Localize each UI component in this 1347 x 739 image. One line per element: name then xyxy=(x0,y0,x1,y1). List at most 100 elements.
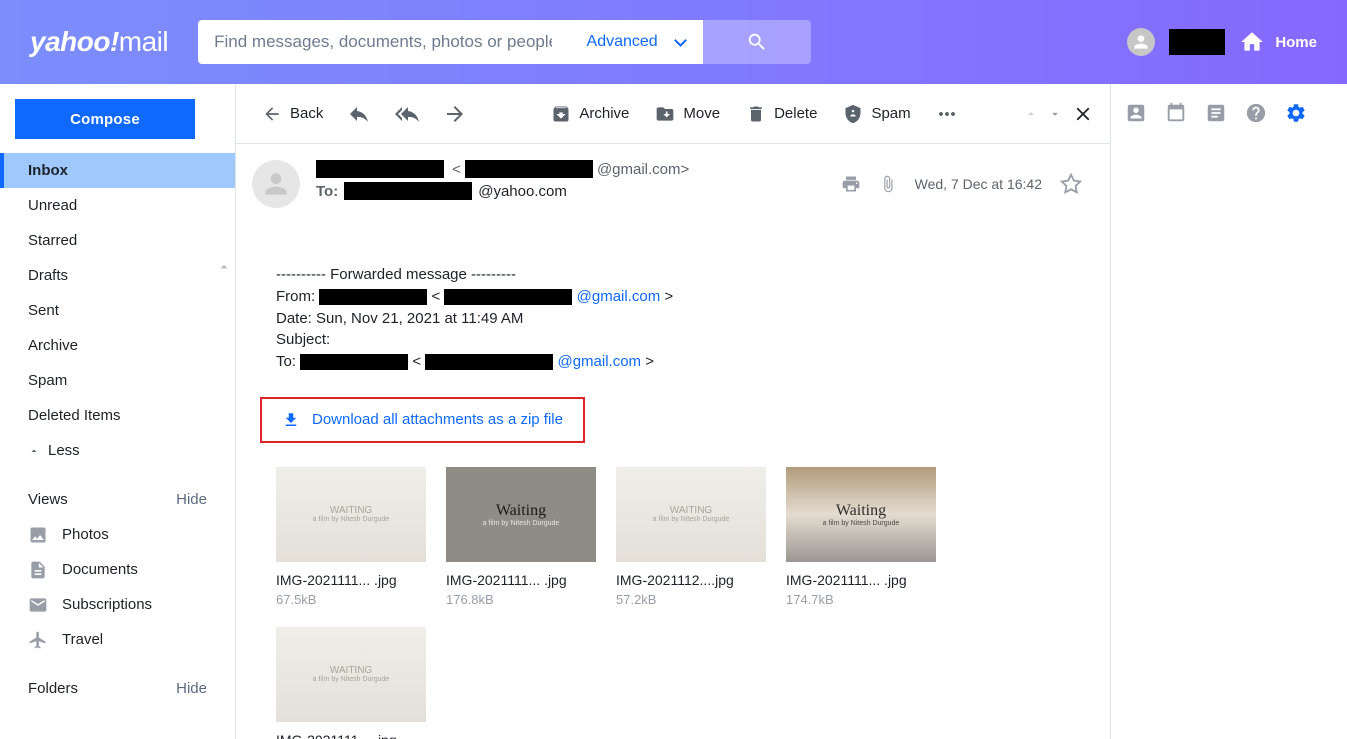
home-label: Home xyxy=(1275,34,1317,51)
attachment-5[interactable]: WAITINGa film by Nitesh Durgude IMG-2021… xyxy=(276,627,426,739)
search-button[interactable] xyxy=(703,20,811,64)
attachment-thumb: Waitinga film by Nitesh Durgude xyxy=(786,467,936,562)
search-bar: Advanced xyxy=(198,20,811,64)
compose-button[interactable]: Compose xyxy=(15,99,195,139)
more-button[interactable] xyxy=(927,96,967,132)
to-email-redacted xyxy=(344,182,472,200)
spam-button[interactable]: Spam xyxy=(833,98,920,130)
hide-folders[interactable]: Hide xyxy=(176,680,207,697)
travel-label: Travel xyxy=(62,631,103,648)
fwd-to-label: To: xyxy=(276,353,296,370)
reply-button[interactable] xyxy=(339,96,379,132)
forward-icon xyxy=(443,102,467,126)
print-icon[interactable] xyxy=(841,174,861,194)
close-icon[interactable] xyxy=(1072,103,1094,125)
nav-drafts[interactable]: Drafts xyxy=(0,258,235,293)
search-input[interactable] xyxy=(198,20,568,64)
from-suffix: @gmail.com> xyxy=(597,161,689,178)
nav-deleted[interactable]: Deleted Items xyxy=(0,398,235,433)
notepad-icon[interactable] xyxy=(1205,102,1227,124)
up-triangle-icon[interactable] xyxy=(1024,107,1038,121)
sender-avatar xyxy=(252,160,300,208)
spam-label: Spam xyxy=(871,105,910,122)
message-panel: Back Archive Move Delete Spam xyxy=(236,84,1111,739)
chevron-up-icon xyxy=(28,445,40,457)
help-icon[interactable] xyxy=(1245,102,1267,124)
delete-icon xyxy=(746,104,766,124)
documents-icon xyxy=(28,560,48,580)
logo-prefix: yahoo! xyxy=(30,26,119,57)
contacts-icon[interactable] xyxy=(1125,102,1147,124)
view-subscriptions[interactable]: Subscriptions xyxy=(0,587,235,622)
home-link[interactable]: Home xyxy=(1239,29,1317,55)
username-redacted xyxy=(1169,29,1225,55)
advanced-search-button[interactable]: Advanced xyxy=(568,20,703,64)
nav-less[interactable]: Less xyxy=(0,433,235,468)
right-rail: 7 xyxy=(1111,84,1347,739)
view-photos[interactable]: Photos xyxy=(0,517,235,552)
subscriptions-label: Subscriptions xyxy=(62,596,152,613)
attachment-thumb: Waitinga film by Nitesh Durgude xyxy=(446,467,596,562)
scroll-up-icon[interactable] xyxy=(216,259,232,275)
attachment-4[interactable]: Waitinga film by Nitesh Durgude IMG-2021… xyxy=(786,467,936,607)
to-suffix: @yahoo.com xyxy=(478,183,567,200)
nav-spam[interactable]: Spam xyxy=(0,363,235,398)
fwd-from-name-redacted xyxy=(319,289,427,305)
archive-button[interactable]: Archive xyxy=(541,98,639,130)
nav-archive[interactable]: Archive xyxy=(0,328,235,363)
fwd-date-value: Sun, Nov 21, 2021 at 11:49 AM xyxy=(316,310,523,327)
fwd-to-link[interactable]: @gmail.com xyxy=(557,353,641,370)
attachment-name: IMG-2021111... .jpg xyxy=(446,572,596,588)
settings-icon[interactable] xyxy=(1285,102,1307,124)
reply-icon xyxy=(347,102,371,126)
from-name-redacted xyxy=(316,160,444,178)
view-travel[interactable]: Travel xyxy=(0,622,235,657)
attachment-icon[interactable] xyxy=(879,175,897,193)
attachment-thumb: WAITINGa film by Nitesh Durgude xyxy=(276,467,426,562)
move-label: Move xyxy=(683,105,720,122)
home-icon xyxy=(1239,29,1265,55)
attachment-thumb: WAITINGa film by Nitesh Durgude xyxy=(276,627,426,722)
folders-section-header: Folders Hide xyxy=(0,671,235,706)
views-label: Views xyxy=(28,491,68,508)
back-button[interactable]: Back xyxy=(252,98,333,130)
from-open: < xyxy=(448,161,461,178)
reply-all-icon xyxy=(393,102,421,126)
reply-all-button[interactable] xyxy=(385,96,429,132)
nav-sent[interactable]: Sent xyxy=(0,293,235,328)
delete-button[interactable]: Delete xyxy=(736,98,827,130)
download-all-button[interactable]: Download all attachments as a zip file xyxy=(260,397,585,443)
fwd-from-link[interactable]: @gmail.com xyxy=(577,288,661,305)
star-icon[interactable] xyxy=(1060,173,1082,195)
fwd-date-label: Date: xyxy=(276,310,316,327)
nav-unread[interactable]: Unread xyxy=(0,188,235,223)
chevron-down-icon xyxy=(674,34,687,47)
fwd-to-email-redacted xyxy=(425,354,553,370)
app-header: yahoo!mail Advanced Home xyxy=(0,0,1347,84)
attachment-1[interactable]: WAITINGa film by Nitesh Durgude IMG-2021… xyxy=(276,467,426,607)
nav-inbox[interactable]: Inbox xyxy=(0,153,235,188)
attachment-name: IMG-2021111... .jpg xyxy=(276,572,426,588)
view-documents[interactable]: Documents xyxy=(0,552,235,587)
down-triangle-icon[interactable] xyxy=(1048,107,1062,121)
hide-views[interactable]: Hide xyxy=(176,491,207,508)
calendar-icon[interactable]: 7 xyxy=(1165,102,1187,124)
attachment-3[interactable]: WAITINGa film by Nitesh Durgude IMG-2021… xyxy=(616,467,766,607)
attachment-name: IMG-2021111... .jpg xyxy=(276,732,426,739)
attachment-2[interactable]: Waitinga film by Nitesh Durgude IMG-2021… xyxy=(446,467,596,607)
attachment-size: 174.7kB xyxy=(786,592,936,607)
subscriptions-icon xyxy=(28,595,48,615)
svg-text:7: 7 xyxy=(1174,111,1179,120)
documents-label: Documents xyxy=(62,561,138,578)
user-avatar[interactable] xyxy=(1127,28,1155,56)
yahoo-mail-logo[interactable]: yahoo!mail xyxy=(30,26,168,58)
forward-button[interactable] xyxy=(435,96,475,132)
move-button[interactable]: Move xyxy=(645,98,730,130)
person-icon xyxy=(1131,32,1151,52)
views-section-header: Views Hide xyxy=(0,482,235,517)
delete-label: Delete xyxy=(774,105,817,122)
nav-starred[interactable]: Starred xyxy=(0,223,235,258)
forwarded-block: ---------- Forwarded message --------- F… xyxy=(276,264,1082,373)
fwd-subject: Subject: xyxy=(276,329,1082,351)
fwd-from-email-redacted xyxy=(444,289,572,305)
